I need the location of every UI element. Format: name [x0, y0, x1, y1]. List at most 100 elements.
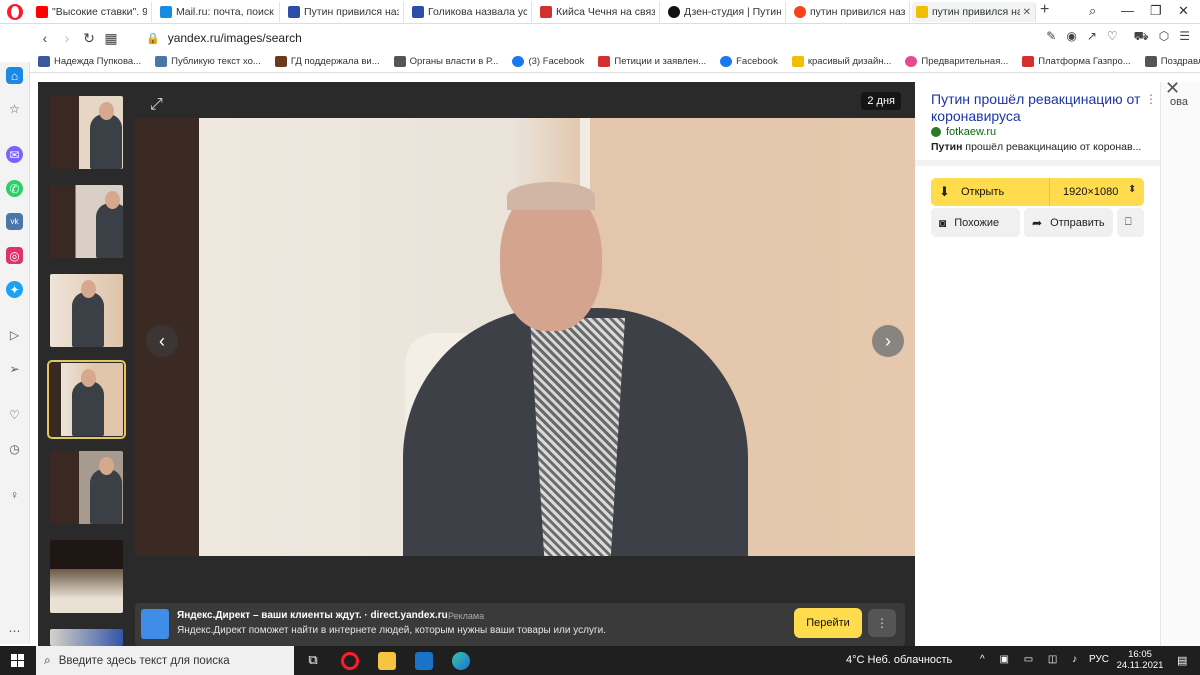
ad-text: Яндекс.Директ поможет найти в интернете … — [177, 625, 606, 636]
system-tray-icons[interactable]: ^ ▣ ▭ ◫ ♪ — [980, 654, 1083, 665]
heart-icon[interactable]: ♡ — [6, 406, 23, 423]
edge-icon[interactable] — [452, 652, 470, 670]
more-icon[interactable]: ⋯ — [6, 622, 23, 639]
share-icon[interactable]: ↗ — [1087, 29, 1097, 45]
ad-title[interactable]: Яндекс.Директ – ваши клиенты ждут. · dir… — [177, 610, 448, 621]
next-image-button[interactable]: › — [872, 325, 904, 357]
bookmark-1[interactable]: Надежда Пупкова... — [38, 56, 141, 67]
tab-3[interactable]: Путин привился наз — [284, 2, 404, 22]
thumbnail-3[interactable] — [50, 274, 123, 347]
youtube-icon — [36, 6, 48, 18]
bookmark-3[interactable]: ГД поддержала ви... — [274, 56, 380, 67]
taskbar-search[interactable]: ⌕ Введите здесь текст для поиска — [36, 646, 294, 675]
messenger-icon[interactable]: ✉ — [6, 146, 23, 163]
close-window-icon[interactable]: ✕ — [1178, 3, 1189, 19]
ad-banner[interactable]: Яндекс.Директ – ваши клиенты ждут. · dir… — [135, 603, 905, 646]
bookmark-2[interactable]: Публикую текст хо... — [155, 56, 261, 67]
prev-image-button[interactable]: ‹ — [146, 325, 178, 357]
more-options-icon[interactable]: ⋮ — [1145, 92, 1157, 106]
opera-taskbar-icon[interactable] — [341, 652, 359, 670]
lock-icon[interactable]: 🔒 — [146, 32, 160, 45]
bookmark-8[interactable]: красивый дизайн... — [791, 56, 891, 67]
bookmark-button[interactable]: ⎕ — [1117, 208, 1144, 237]
edit-icon[interactable]: ✎ — [1046, 29, 1056, 45]
bookmark-9[interactable]: Предварительная... — [905, 56, 1008, 67]
star-icon[interactable]: ☆ — [6, 100, 23, 117]
history-icon[interactable]: ◷ — [6, 440, 23, 457]
camera-icon[interactable]: ◉ — [1066, 29, 1076, 45]
bookmark-6[interactable]: Петиции и заявлен... — [598, 56, 706, 67]
thumbnail-4-selected[interactable] — [47, 360, 126, 439]
bookmark-4[interactable]: Органы власти в Р... — [393, 56, 498, 67]
fullscreen-icon[interactable]: ⤢ — [150, 96, 163, 114]
close-tab-icon[interactable]: ✕ — [1023, 7, 1031, 18]
ad-more-icon[interactable]: ⋮ — [868, 609, 896, 637]
task-view-icon[interactable]: ⧉ — [304, 652, 322, 670]
home-icon[interactable]: ⌂ — [6, 67, 23, 84]
vk-icon[interactable]: vk — [6, 213, 23, 230]
main-image[interactable] — [135, 118, 915, 556]
forward-icon[interactable]: › — [56, 30, 78, 46]
address-field[interactable]: yandex.ru/images/search — [168, 31, 302, 45]
facebook-icon — [512, 56, 525, 67]
tab-8-active[interactable]: путин привился наз ✕ — [912, 2, 1036, 22]
send-icon[interactable]: ➢ — [6, 360, 23, 377]
bookmark-11[interactable]: Поздравления! — [1144, 56, 1200, 67]
whatsapp-icon[interactable]: ✆ — [6, 180, 23, 197]
resolution-select[interactable]: 1920×1080 — [1063, 186, 1118, 198]
tab-6[interactable]: Дзен-студия | Путин — [664, 2, 786, 22]
search-tabs-icon[interactable]: ⌕ — [1089, 3, 1096, 19]
reload-icon[interactable]: ↻ — [78, 30, 100, 47]
language-indicator[interactable]: РУС — [1089, 654, 1109, 665]
tab-5[interactable]: Кийса Чечня на связ — [536, 2, 660, 22]
opera-menu-icon[interactable] — [7, 4, 23, 20]
bulb-icon[interactable]: ♀ — [6, 486, 23, 503]
ad-go-button[interactable]: Перейти — [794, 608, 862, 638]
weather-widget[interactable]: 4°C Неб. облачность — [846, 654, 952, 666]
tabs-grid-icon[interactable]: ▦ — [100, 30, 122, 47]
tab-label: Путин привился наз — [304, 6, 399, 18]
bookmark-5[interactable]: (3) Facebook — [512, 56, 584, 67]
twitter-icon[interactable]: ✦ — [6, 281, 23, 298]
camera-icon: ◙ — [939, 215, 947, 230]
bookmark-7[interactable]: Facebook — [720, 56, 778, 67]
menu-icon[interactable]: ☰ — [1179, 29, 1190, 45]
tab-label: Кийса Чечня на связ — [556, 6, 655, 18]
thumbnail-1[interactable] — [50, 96, 123, 169]
divider — [915, 160, 1160, 166]
tab-4[interactable]: Голикова назвала ус — [408, 2, 532, 22]
tab-label: Голикова назвала ус — [428, 6, 527, 18]
cube-icon[interactable]: ⬡ — [1159, 29, 1169, 45]
file-explorer-icon[interactable] — [378, 652, 396, 670]
heart-icon[interactable]: ♡ — [1107, 29, 1118, 45]
tab-1[interactable]: "Высокие ставки". 9- — [32, 2, 152, 22]
notifications-icon[interactable]: ▤ — [1177, 654, 1187, 667]
minimize-icon[interactable]: — — [1121, 3, 1134, 18]
thumb-head — [81, 280, 96, 298]
restore-icon[interactable]: ❐ — [1150, 3, 1162, 19]
clock[interactable]: 16:05 24.11.2021 — [1115, 649, 1165, 671]
thumbnail-6[interactable] — [50, 540, 123, 613]
open-image-button[interactable]: ⬇ Открыть 1920×1080 ⬍ — [931, 178, 1144, 206]
image-info-panel: Путин прошёл ревакцинацию от коронавирус… — [915, 82, 1160, 646]
share-button[interactable]: ➦ Отправить — [1024, 208, 1113, 237]
thumbnail-7[interactable] — [50, 629, 123, 646]
bookmark-10[interactable]: Платформа Газпро... — [1022, 56, 1131, 67]
tab-7[interactable]: путин привился наз — [790, 2, 910, 22]
mail-icon[interactable] — [415, 652, 433, 670]
similar-button[interactable]: ◙ Похожие — [931, 208, 1020, 237]
thumb-head — [99, 457, 114, 475]
instagram-icon[interactable]: ◎ — [6, 247, 23, 264]
source-link[interactable]: fotkaew.ru — [931, 126, 996, 138]
tab-2[interactable]: Mail.ru: почта, поиск — [156, 2, 280, 22]
thumbnail-5[interactable] — [50, 451, 123, 524]
new-tab-icon[interactable]: + — [1040, 1, 1049, 19]
cart-icon[interactable]: ⛟ — [1134, 29, 1149, 45]
back-icon[interactable]: ‹ — [34, 30, 56, 46]
windows-taskbar: ⌕ Введите здесь текст для поиска ⧉ 4°C Н… — [0, 646, 1200, 675]
thumbnail-2[interactable] — [50, 185, 123, 258]
windows-start-icon[interactable] — [11, 654, 24, 667]
player-icon[interactable]: ▷ — [6, 326, 23, 343]
bookmark-label: Facebook — [736, 56, 778, 67]
image-title-link[interactable]: Путин прошёл ревакцинацию от коронавирус… — [931, 91, 1141, 125]
